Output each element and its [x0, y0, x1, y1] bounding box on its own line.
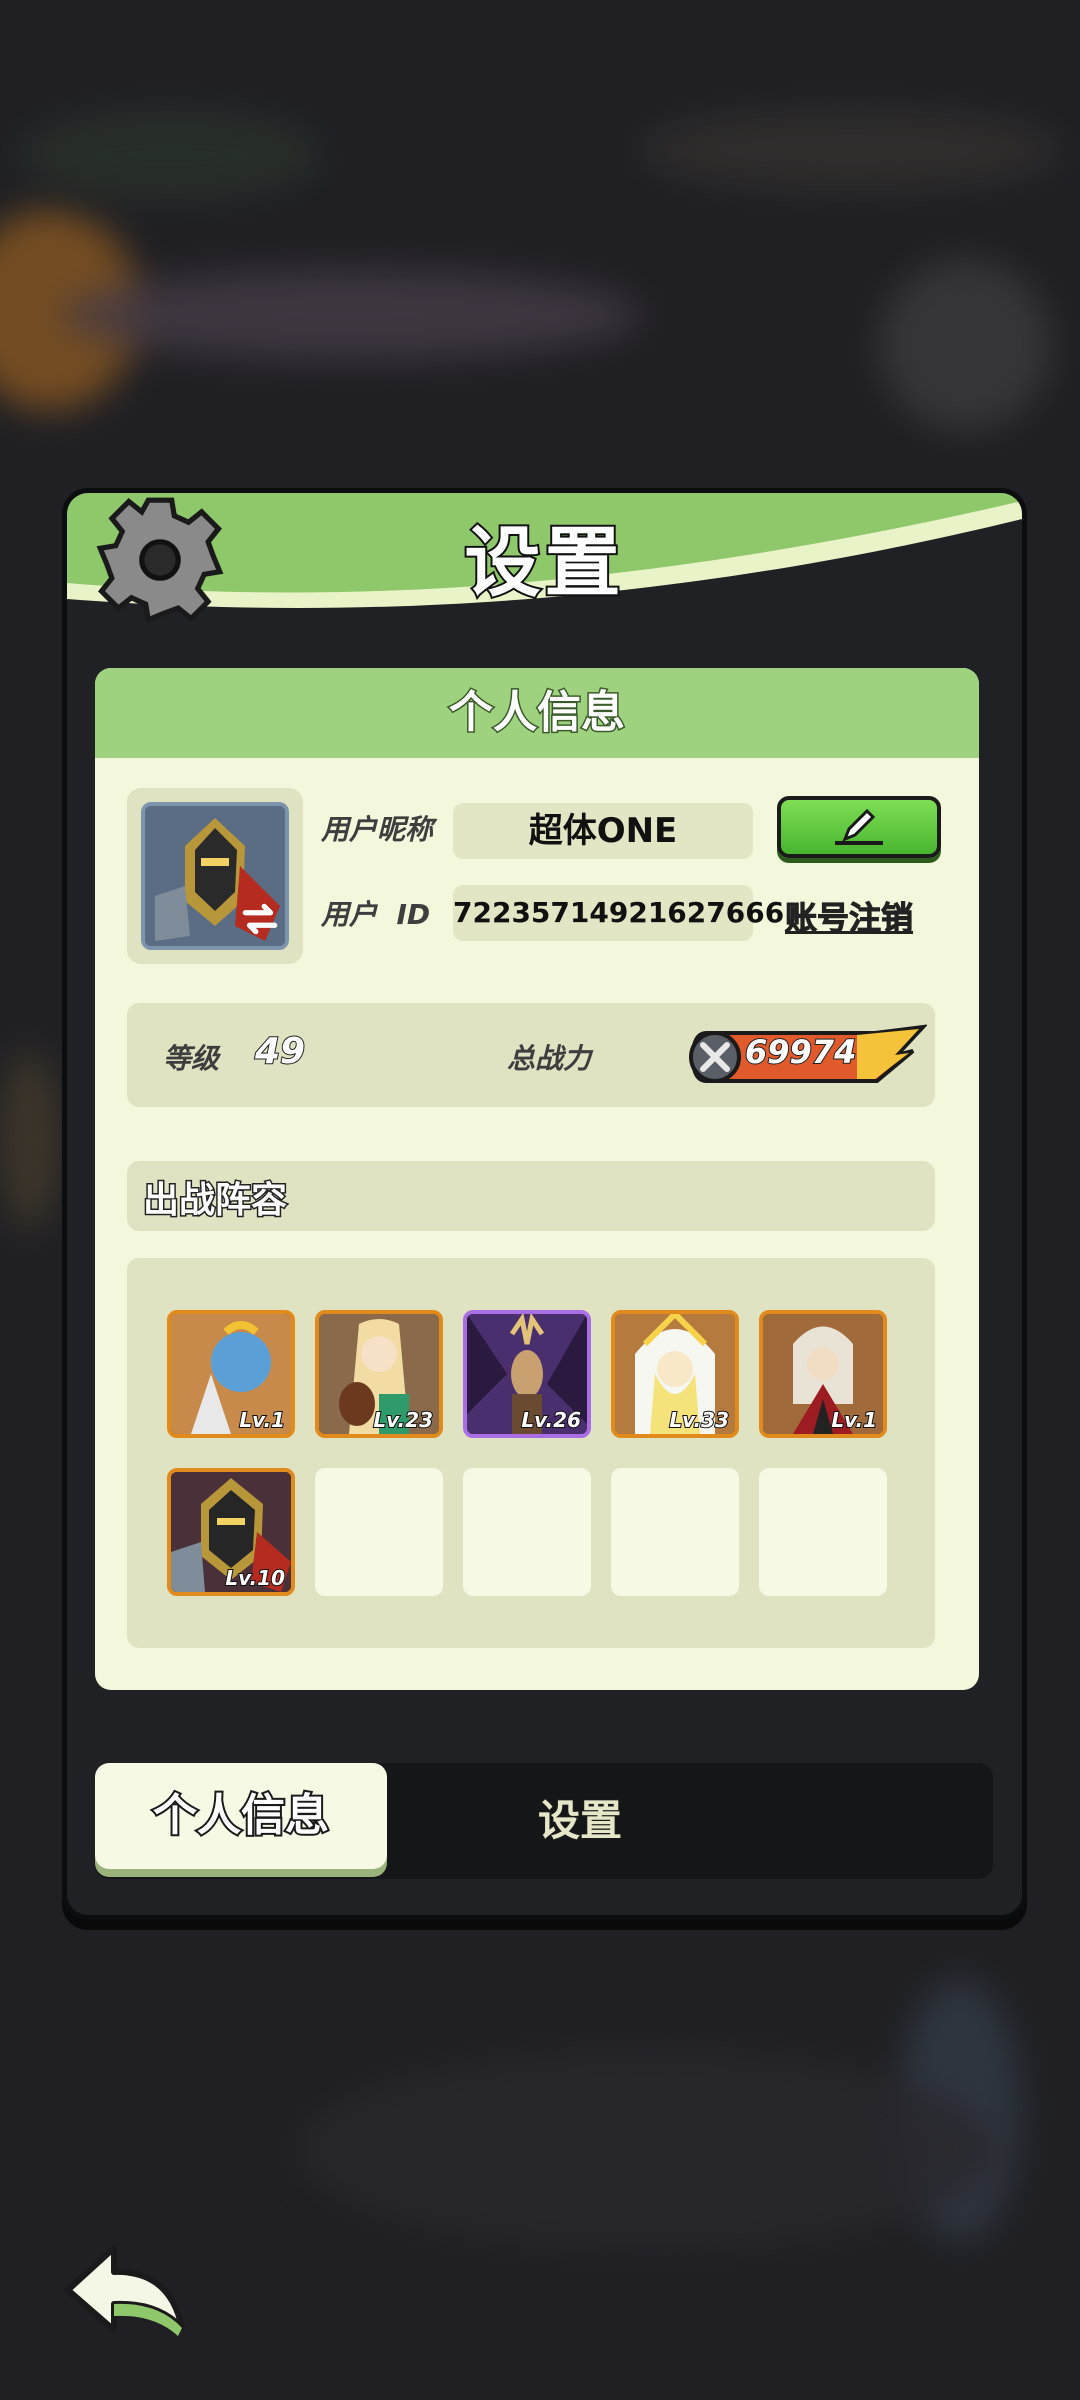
- profile-panel: 个人信息 用户昵称 超体ONE 用户 ID 72235714921627666 …: [95, 668, 979, 1690]
- avatar-frame[interactable]: [127, 788, 303, 964]
- hero-slot[interactable]: Lv.23: [315, 1310, 443, 1438]
- empty-hero-slot[interactable]: [759, 1468, 887, 1596]
- empty-hero-slot[interactable]: [463, 1468, 591, 1596]
- level-label: 等级: [163, 1042, 220, 1075]
- account-delete-link[interactable]: 账号注销: [784, 893, 913, 939]
- hero-level: Lv.1: [830, 1407, 878, 1433]
- hero-level: Lv.23: [372, 1407, 434, 1433]
- power-badge: 69974: [687, 1021, 927, 1089]
- lineup-title: 出战阵容: [141, 1179, 288, 1223]
- hero-slot[interactable]: Lv.1: [167, 1310, 295, 1438]
- empty-hero-slot[interactable]: [315, 1468, 443, 1596]
- hero-level: Lv.10: [224, 1565, 286, 1591]
- avatar[interactable]: [141, 802, 289, 950]
- user-id-field: 72235714921627666: [453, 885, 784, 941]
- tab-profile[interactable]: 个人信息: [95, 1763, 387, 1869]
- hero-slot[interactable]: Lv.26: [463, 1310, 591, 1438]
- stats-row: 等级 49 总战力 69974: [127, 1003, 935, 1107]
- user-id-label: 用户 ID: [321, 898, 431, 931]
- swap-icon[interactable]: [239, 898, 281, 940]
- lineup-grid: Lv.1 Lv.23 Lv.26 Lv.33 Lv.1 Lv.10: [127, 1258, 935, 1648]
- power-value: 69974: [744, 1032, 857, 1072]
- hero-level: Lv.33: [668, 1407, 730, 1433]
- power-label: 总战力: [507, 1042, 592, 1075]
- dialog-title: 设置: [463, 516, 625, 609]
- hero-slot[interactable]: Lv.10: [167, 1468, 295, 1596]
- hero-level: Lv.1: [238, 1407, 286, 1433]
- empty-hero-slot[interactable]: [611, 1468, 739, 1596]
- pencil-icon: [835, 808, 883, 845]
- nickname-field: 超体ONE: [453, 803, 753, 859]
- dialog-header: 设置: [67, 493, 1022, 633]
- hero-slot[interactable]: Lv.1: [759, 1310, 887, 1438]
- edit-nickname-button[interactable]: [777, 796, 941, 858]
- nickname-label: 用户昵称: [321, 813, 434, 846]
- profile-section-title: 个人信息: [95, 668, 979, 758]
- dialog-tab-bar: 个人信息 设置: [95, 1763, 993, 1879]
- tab-settings[interactable]: 设置: [490, 1763, 670, 1879]
- back-arrow-icon[interactable]: [58, 2232, 194, 2342]
- settings-dialog: 设置 个人信息 用户昵称 超体ONE 用户 ID 722357149216276…: [62, 488, 1027, 1920]
- level-value: 49: [254, 1030, 306, 1073]
- hero-slot[interactable]: Lv.33: [611, 1310, 739, 1438]
- lineup-title-bar: 出战阵容: [127, 1161, 935, 1231]
- hero-level: Lv.26: [520, 1407, 582, 1433]
